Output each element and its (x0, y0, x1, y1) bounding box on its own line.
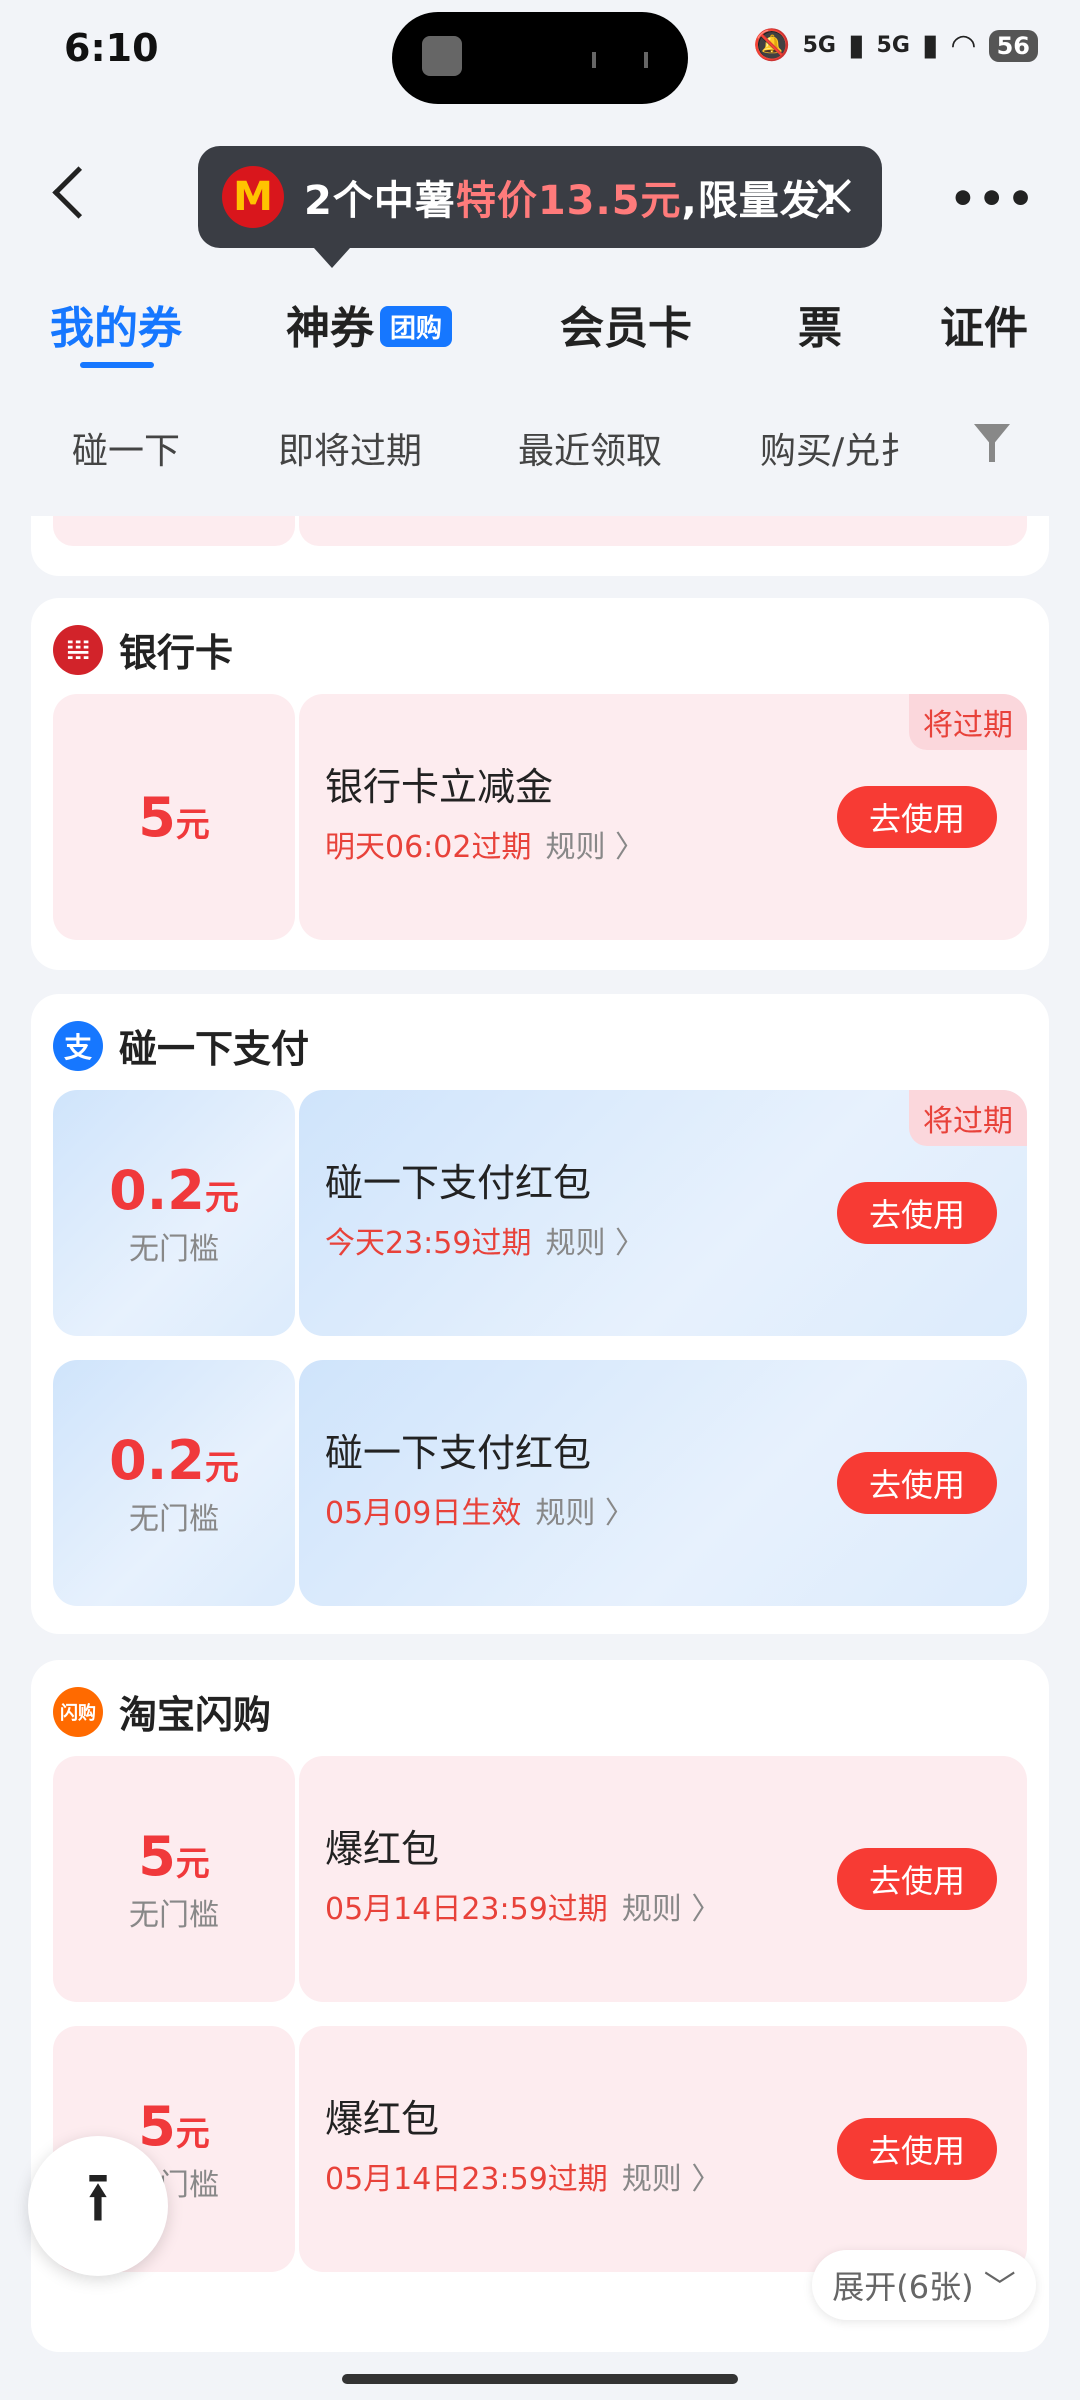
dynamic-island (392, 12, 688, 104)
status-time: 6:10 (64, 26, 159, 70)
coupon-expiry: 明天06:02过期 规则 〉 (325, 830, 646, 865)
coupon-amount-area: 5元 无门槛 (53, 1756, 295, 2002)
rules-link[interactable]: 规则 〉 (545, 830, 645, 865)
expiring-badge: 将过期 (909, 694, 1027, 750)
promo-banner[interactable]: M 2个中薯特价13.5元,限量发! (198, 146, 882, 268)
audio-wave-icon (592, 52, 648, 68)
section-title: 银行卡 (119, 631, 234, 675)
section-title: 碰一下支付 (119, 1027, 310, 1071)
scroll-to-top-icon[interactable]: ⭱ (28, 2136, 168, 2276)
signal-5g-label-2: 5G (876, 33, 910, 58)
more-icon[interactable]: ••• (949, 174, 1036, 223)
rules-link[interactable]: 规则 〉 (535, 1496, 635, 1531)
status-bar: 6:10 🔕 5G ▮ 5G ▮ ◠ 56 (0, 0, 1080, 110)
coupon-card[interactable]: 0.2元 无门槛 碰一下支付红包 05月09日生效 规则 〉 去使用 (53, 1360, 1027, 1606)
filter-expiring[interactable]: 即将过期 (278, 422, 422, 474)
coupon-expiry: 今天23:59过期 规则 〉 (325, 1226, 646, 1261)
coupon-amount: 5元 (138, 785, 210, 849)
tab-super-coupons[interactable]: 神券 团购 (286, 292, 453, 356)
tap-pay-section: 支 碰一下支付 0.2元 无门槛 碰一下支付红包 今天23:59过期 规则 〉 去… (31, 994, 1049, 1634)
tab-my-coupons[interactable]: 我的券 (50, 292, 182, 356)
mcdonalds-logo-icon: M (222, 166, 284, 228)
bank-icon: 𝍐 (53, 624, 103, 675)
filter-tap[interactable]: 碰一下 (72, 422, 180, 474)
tab-documents[interactable]: 证件 (940, 292, 1028, 356)
signal-icon-2: ▮ (921, 28, 939, 63)
filter-recent[interactable]: 最近领取 (518, 422, 662, 474)
coupon-threshold: 无门槛 (129, 1897, 219, 1933)
coupon-amount-area: 5元 (53, 694, 295, 940)
taobao-flash-section: 闪购 淘宝闪购 5元 无门槛 爆红包 05月14日23:59过期 规则 〉 去使用… (31, 1660, 1049, 2352)
taobao-flash-icon: 闪购 (53, 1686, 103, 1737)
rules-link[interactable]: 规则 〉 (622, 2162, 722, 2197)
coupon-card[interactable]: 5元 银行卡立减金 明天06:02过期 规则 〉 去使用 将过期 (53, 694, 1027, 940)
mute-icon: 🔕 (753, 28, 791, 63)
signal-5g-label: 5G (802, 33, 836, 58)
expand-button[interactable]: 展开(6张) ﹀ (812, 2250, 1036, 2320)
coupon-info-area: 碰一下支付红包 今天23:59过期 规则 〉 去使用 将过期 (299, 1090, 1027, 1336)
coupon-remnant-right (299, 516, 1027, 546)
close-icon[interactable] (814, 176, 854, 216)
coupon-card[interactable]: 5元 无门槛 爆红包 05月14日23:59过期 规则 〉 去使用 (53, 1756, 1027, 2002)
coupon-amount-area: 0.2元 无门槛 (53, 1360, 295, 1606)
signal-icon: ▮ (848, 28, 865, 63)
use-button[interactable]: 去使用 (837, 1848, 997, 1910)
section-header: 支 碰一下支付 (53, 1018, 309, 1073)
rules-link[interactable]: 规则 〉 (622, 1892, 722, 1927)
coupon-amount: 5元 (138, 1824, 210, 1888)
group-buy-badge: 团购 (380, 306, 453, 347)
coupon-expiry: 05月14日23:59过期 规则 〉 (325, 1892, 722, 1927)
battery-indicator: 56 (988, 29, 1038, 62)
coupon-info-area: 爆红包 05月14日23:59过期 规则 〉 去使用 (299, 2026, 1027, 2272)
coupon-amount: 5元 (138, 2094, 210, 2158)
coupon-info-area: 银行卡立减金 明天06:02过期 规则 〉 去使用 将过期 (299, 694, 1027, 940)
bank-card-section: 𝍐 银行卡 5元 银行卡立减金 明天06:02过期 规则 〉 去使用 将过期 (31, 598, 1049, 970)
coupon-name: 碰一下支付红包 (325, 1161, 592, 1205)
expiring-badge: 将过期 (909, 1090, 1027, 1146)
use-button[interactable]: 去使用 (837, 1452, 997, 1514)
coupon-info-area: 爆红包 05月14日23:59过期 规则 〉 去使用 (299, 1756, 1027, 2002)
section-title: 淘宝闪购 (119, 1693, 272, 1737)
coupon-name: 银行卡立减金 (325, 765, 554, 809)
status-icons: 🔕 5G ▮ 5G ▮ ◠ 56 (753, 28, 1038, 63)
coupon-amount: 0.2元 (109, 1428, 239, 1492)
coupon-amount-area: 0.2元 无门槛 (53, 1090, 295, 1336)
coupon-name: 爆红包 (325, 1827, 440, 1871)
filter-purchase[interactable]: 购买/兑扌 (760, 422, 900, 474)
wifi-icon: ◠ (950, 28, 977, 63)
section-header: 𝍐 银行卡 (53, 622, 233, 677)
media-thumbnail (422, 36, 462, 76)
section-header: 闪购 淘宝闪购 (53, 1684, 271, 1739)
promo-text: 2个中薯特价13.5元,限量发! (304, 178, 840, 224)
use-button[interactable]: 去使用 (837, 786, 997, 848)
use-button[interactable]: 去使用 (837, 1182, 997, 1244)
coupon-expiry: 05月09日生效 规则 〉 (325, 1496, 635, 1531)
rules-link[interactable]: 规则 〉 (545, 1226, 645, 1261)
main-tabs: 我的券 神券 团购 会员卡 票 证件 (0, 280, 1080, 380)
filter-funnel-icon[interactable] (972, 420, 1012, 464)
tab-tickets[interactable]: 票 (798, 292, 842, 356)
coupon-amount: 0.2元 (109, 1158, 239, 1222)
coupon-info-area: 碰一下支付红包 05月09日生效 规则 〉 去使用 (299, 1360, 1027, 1606)
alipay-icon: 支 (53, 1020, 103, 1071)
coupon-expiry: 05月14日23:59过期 规则 〉 (325, 2162, 722, 2197)
coupon-card[interactable]: 0.2元 无门槛 碰一下支付红包 今天23:59过期 规则 〉 去使用 将过期 (53, 1090, 1027, 1336)
home-indicator[interactable] (342, 2374, 738, 2384)
coupon-remnant-left (53, 516, 295, 546)
coupon-name: 爆红包 (325, 2097, 440, 2141)
coupon-name: 碰一下支付红包 (325, 1431, 592, 1475)
coupon-card[interactable]: 5元 无门槛 爆红包 05月14日23:59过期 规则 〉 去使用 (53, 2026, 1027, 2272)
previous-card-remnant (31, 516, 1049, 576)
back-button[interactable] (46, 160, 102, 230)
coupon-threshold: 无门槛 (129, 1501, 219, 1537)
active-tab-indicator (80, 362, 154, 368)
tab-membership-card[interactable]: 会员卡 (560, 292, 692, 356)
use-button[interactable]: 去使用 (837, 2118, 997, 2180)
coupon-threshold: 无门槛 (129, 1231, 219, 1267)
